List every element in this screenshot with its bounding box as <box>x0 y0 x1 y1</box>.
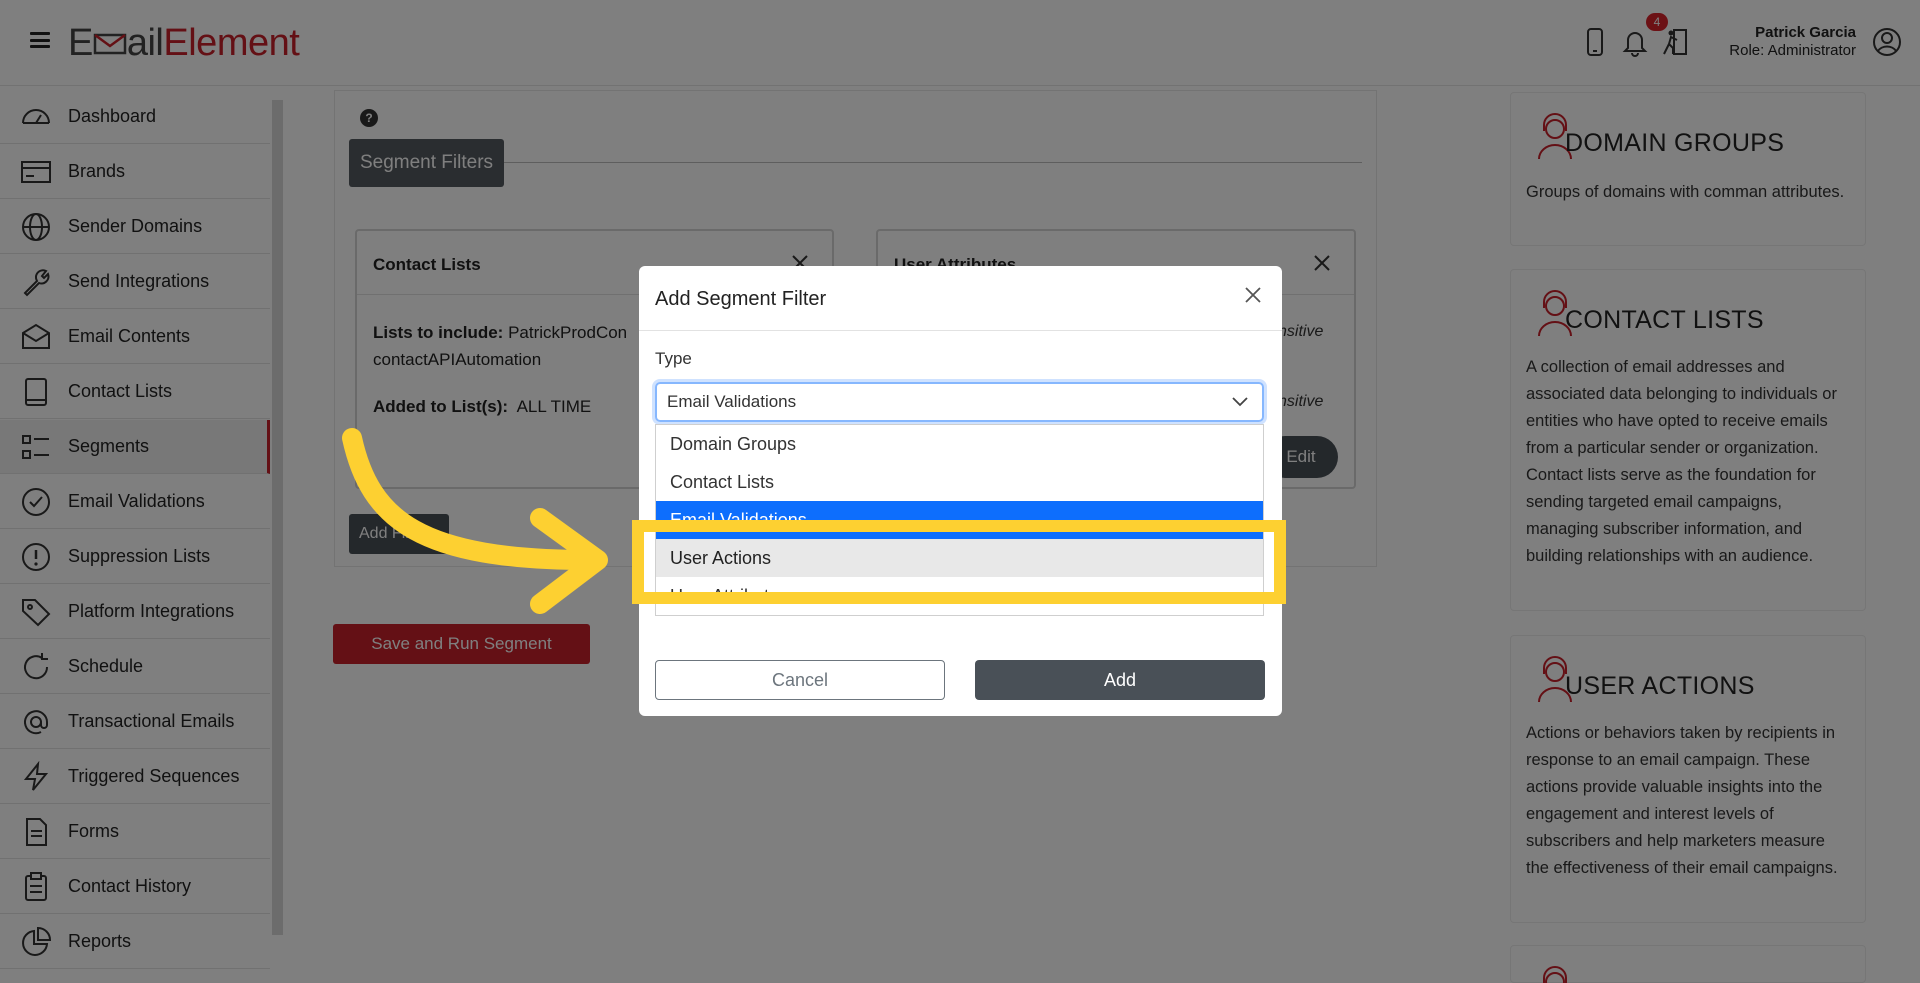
type-select-value: Email Validations <box>667 392 797 411</box>
highlight-box <box>632 520 1286 604</box>
annotation-arrow-icon <box>342 428 608 614</box>
option-domain-groups[interactable]: Domain Groups <box>656 425 1263 463</box>
chevron-down-icon <box>1232 397 1248 407</box>
option-contact-lists[interactable]: Contact Lists <box>656 463 1263 501</box>
add-button[interactable]: Add <box>975 660 1265 700</box>
modal-title: Add Segment Filter <box>655 288 827 310</box>
type-select[interactable]: Email Validations <box>655 382 1264 422</box>
cancel-button[interactable]: Cancel <box>655 660 945 700</box>
modal-divider <box>639 330 1282 331</box>
add-segment-filter-modal: Add Segment Filter Type Email Validation… <box>639 266 1282 716</box>
type-label: Type <box>655 349 692 368</box>
close-icon[interactable] <box>1242 284 1264 306</box>
